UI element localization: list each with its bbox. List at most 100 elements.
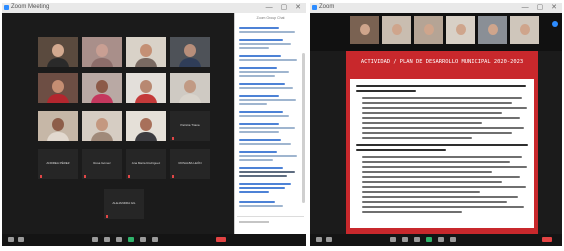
- participant-thumbnail[interactable]: [414, 16, 443, 44]
- record-icon[interactable]: [438, 237, 444, 242]
- video-icon[interactable]: [18, 237, 24, 242]
- participant-name-tile[interactable]: Ana María Rodríguez: [126, 149, 166, 179]
- video-icon[interactable]: [326, 237, 332, 242]
- chat-message: [239, 53, 299, 61]
- slide-text-line: [362, 166, 527, 168]
- zoom-app-icon: [4, 5, 9, 10]
- participant-video-tile[interactable]: [38, 111, 78, 141]
- slide-text-line: [362, 196, 518, 198]
- window-controls[interactable]: — ▢ ✕: [522, 3, 560, 11]
- slide-text-line: [362, 97, 522, 99]
- chat-icon[interactable]: [116, 237, 122, 242]
- participant-thumbnail[interactable]: [382, 16, 411, 44]
- participant-thumbnail[interactable]: [350, 16, 379, 44]
- chat-scrollbar[interactable]: [302, 53, 305, 203]
- mute-icon[interactable]: [8, 237, 14, 242]
- chat-title: Zoom Group Chat: [256, 16, 285, 20]
- muted-mic-icon: [172, 175, 174, 178]
- muted-mic-icon: [128, 175, 130, 178]
- security-icon[interactable]: [92, 237, 98, 242]
- slide-text-line: [362, 127, 524, 129]
- window-titlebar: Zoom — ▢ ✕: [310, 3, 562, 13]
- muted-mic-icon: [84, 175, 86, 178]
- share-screen-icon[interactable]: [426, 237, 432, 242]
- slide-title: ACTIVIDAD / PLAN DE DESARROLLO MUNICIPAL…: [360, 59, 524, 65]
- slide-text-line: [362, 211, 462, 213]
- reactions-icon[interactable]: [152, 237, 158, 242]
- shared-slide: ACTIVIDAD / PLAN DE DESARROLLO MUNICIPAL…: [346, 51, 538, 234]
- zoom-meeting-window: Zoom Meeting — ▢ ✕ Patricia Triana ANDRE…: [2, 3, 306, 246]
- slide-text-line: [362, 206, 524, 208]
- slide-text-line: [362, 171, 492, 173]
- slide-text-line: [362, 181, 502, 183]
- slide-text-line: [362, 176, 520, 178]
- participant-thumbnail[interactable]: [510, 16, 539, 44]
- end-meeting-button[interactable]: [216, 237, 226, 242]
- participant-video-tile[interactable]: [38, 73, 78, 103]
- participant-thumbnail[interactable]: [478, 16, 507, 44]
- participant-video-tile[interactable]: [126, 37, 166, 67]
- slide-text-line: [356, 90, 416, 93]
- participant-video-tile[interactable]: [126, 73, 166, 103]
- chat-message: [239, 149, 299, 161]
- chat-panel[interactable]: Zoom Group Chat: [234, 13, 306, 234]
- participant-name: ANDREA PÉREZ: [46, 161, 70, 165]
- chat-message: [239, 37, 299, 49]
- slide-text-line: [362, 107, 527, 109]
- slide-text-line: [362, 102, 512, 104]
- slide-text-line: [362, 161, 510, 163]
- participant-name-tile[interactable]: ROSALBA LEÓN: [170, 149, 210, 179]
- next-page-icon[interactable]: [552, 21, 558, 27]
- participant-video-tile[interactable]: [170, 37, 210, 67]
- participant-name: ALEJANDRA GIL: [112, 201, 136, 205]
- participant-thumbnail-strip: [310, 13, 562, 51]
- slide-text-line: [362, 132, 512, 134]
- chat-message: [239, 109, 299, 117]
- share-screen-icon[interactable]: [128, 237, 134, 242]
- participant-name: Patricia Triana: [180, 123, 200, 127]
- chat-message: [239, 65, 299, 77]
- mute-icon[interactable]: [316, 237, 322, 242]
- slide-text-line: [362, 186, 526, 188]
- participant-video-tile[interactable]: [126, 111, 166, 141]
- slide-body: [350, 79, 534, 228]
- slide-text-line: [356, 144, 528, 147]
- meeting-controls-bar: [310, 234, 562, 246]
- participant-thumbnail[interactable]: [446, 16, 475, 44]
- chat-input[interactable]: [237, 216, 304, 231]
- window-title: Zoom Meeting: [11, 4, 50, 10]
- participant-name: ROSALBA LEÓN: [178, 161, 202, 165]
- participant-video-tile[interactable]: [82, 37, 122, 67]
- participant-name-tile[interactable]: ALEJANDRA GIL: [104, 189, 144, 219]
- participant-video-tile[interactable]: [38, 37, 78, 67]
- window-controls[interactable]: — ▢ ✕: [266, 3, 304, 11]
- slide-text-line: [356, 85, 526, 88]
- participant-video-tile[interactable]: [82, 111, 122, 141]
- chat-icon[interactable]: [414, 237, 420, 242]
- end-meeting-button[interactable]: [542, 237, 552, 242]
- participants-icon[interactable]: [402, 237, 408, 242]
- chat-message: [239, 181, 299, 193]
- reactions-icon[interactable]: [450, 237, 456, 242]
- zoom-app-icon: [312, 5, 317, 10]
- slide-header: ACTIVIDAD / PLAN DE DESARROLLO MUNICIPAL…: [346, 51, 538, 79]
- record-icon[interactable]: [140, 237, 146, 242]
- participant-video-tile[interactable]: [170, 73, 210, 103]
- meeting-controls-bar: [2, 234, 306, 246]
- chat-message: [239, 93, 299, 105]
- chat-message: [239, 81, 299, 89]
- chat-message: [239, 121, 299, 133]
- participant-name-tile[interactable]: Patricia Triana: [170, 111, 210, 141]
- muted-mic-icon: [172, 137, 174, 140]
- participant-name-tile[interactable]: ANDREA PÉREZ: [38, 149, 78, 179]
- zoom-presentation-window: Zoom — ▢ ✕ ACTIVIDAD / PLAN DE DESARROLL…: [310, 3, 562, 246]
- participant-name-tile[interactable]: Rosa Gómez: [82, 149, 122, 179]
- participants-icon[interactable]: [104, 237, 110, 242]
- security-icon[interactable]: [390, 237, 396, 242]
- participant-name: Ana María Rodríguez: [131, 161, 161, 165]
- chat-message: [239, 137, 299, 145]
- window-title: Zoom: [319, 4, 335, 10]
- slide-text-line: [356, 149, 446, 152]
- slide-text-line: [362, 112, 502, 114]
- participant-video-tile[interactable]: [82, 73, 122, 103]
